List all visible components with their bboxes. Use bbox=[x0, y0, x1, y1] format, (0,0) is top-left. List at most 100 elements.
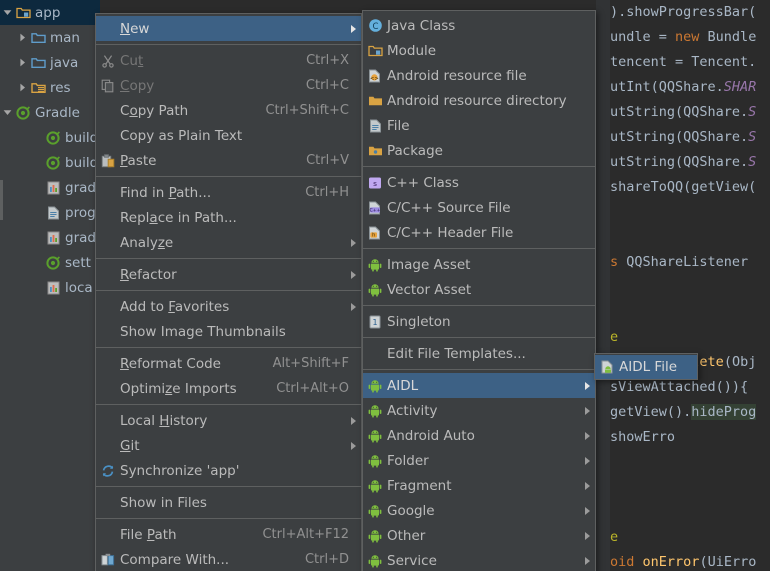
menu-item-refactor[interactable]: Refactor bbox=[96, 262, 361, 287]
android-icon bbox=[368, 283, 382, 297]
tree-row[interactable]: build bbox=[0, 125, 100, 150]
menu-item-show-image-thumbnails[interactable]: Show Image Thumbnails bbox=[96, 319, 361, 344]
menu-item-label: File bbox=[387, 118, 595, 134]
tree-item-label: grad bbox=[65, 230, 96, 246]
menu-item-show-in-files[interactable]: Show in Files bbox=[96, 490, 361, 515]
properties-icon bbox=[47, 181, 60, 195]
chevron-down-icon[interactable] bbox=[0, 8, 14, 17]
menu-item-label: Copy Path bbox=[120, 103, 265, 119]
menu-item-activity[interactable]: Activity bbox=[363, 398, 595, 423]
menu-item-label: C++ Class bbox=[387, 175, 595, 191]
menu-item-folder[interactable]: Folder bbox=[363, 448, 595, 473]
menu-item-vector-asset[interactable]: Vector Asset bbox=[363, 277, 595, 302]
menu-item-file[interactable]: File bbox=[363, 113, 595, 138]
code-line bbox=[610, 275, 770, 300]
tree-row[interactable]: man bbox=[0, 25, 100, 50]
tree-row[interactable]: app bbox=[0, 0, 100, 25]
module-folder-icon bbox=[363, 44, 387, 58]
menu-separator bbox=[96, 176, 361, 177]
cpp-class-icon: s bbox=[363, 176, 387, 190]
chevron-right-icon[interactable] bbox=[15, 58, 29, 67]
menu-item-cut[interactable]: CutCtrl+X bbox=[96, 48, 361, 73]
menu-item-find-in-path[interactable]: Find in Path...Ctrl+H bbox=[96, 180, 361, 205]
chevron-right-icon[interactable] bbox=[15, 33, 29, 42]
tree-row[interactable]: grad bbox=[0, 175, 100, 200]
menu-item-edit-file-templates[interactable]: Edit File Templates... bbox=[363, 341, 595, 366]
tree-row[interactable]: java bbox=[0, 50, 100, 75]
menu-separator bbox=[96, 404, 361, 405]
menu-item-singleton[interactable]: 1Singleton bbox=[363, 309, 595, 334]
menu-item-copy[interactable]: CopyCtrl+C bbox=[96, 73, 361, 98]
android-icon bbox=[363, 554, 387, 568]
tree-row[interactable]: res bbox=[0, 75, 100, 100]
code-line: getView().hideProg bbox=[610, 400, 770, 425]
aidl-submenu[interactable]: AIDL File bbox=[594, 353, 698, 380]
svg-text:<>: <> bbox=[370, 76, 379, 82]
menu-item-add-to-favorites[interactable]: Add to Favorites bbox=[96, 294, 361, 319]
submenu-arrow-icon bbox=[351, 239, 356, 247]
menu-item-local-history[interactable]: Local History bbox=[96, 408, 361, 433]
menu-item-aidl[interactable]: AIDL bbox=[363, 373, 595, 398]
tree-row[interactable]: prog bbox=[0, 200, 100, 225]
menu-item-c-class[interactable]: s C++ Class bbox=[363, 170, 595, 195]
menu-item-compare-with[interactable]: Compare With...Ctrl+D bbox=[96, 547, 361, 571]
context-menu[interactable]: New CutCtrl+XCopyCtrl+CCopy PathCtrl+Shif… bbox=[95, 13, 362, 571]
menu-item-paste[interactable]: PasteCtrl+V bbox=[96, 148, 361, 173]
tree-row[interactable]: sett bbox=[0, 250, 100, 275]
menu-item-label: Module bbox=[387, 43, 595, 59]
tree-row[interactable]: build bbox=[0, 150, 100, 175]
menu-item-copy-as-plain-text[interactable]: Copy as Plain Text bbox=[96, 123, 361, 148]
menu-item-shortcut: Ctrl+V bbox=[306, 153, 361, 168]
menu-item-label: Other bbox=[387, 528, 595, 544]
android-icon bbox=[368, 404, 382, 418]
menu-item-image-asset[interactable]: Image Asset bbox=[363, 252, 595, 277]
chevron-right-icon[interactable] bbox=[15, 83, 29, 92]
module-folder-icon bbox=[368, 44, 383, 58]
menu-item-android-resource-directory[interactable]: Android resource directory bbox=[363, 88, 595, 113]
menu-item-google[interactable]: Google bbox=[363, 498, 595, 523]
menu-item-java-class[interactable]: CJava Class bbox=[363, 13, 595, 38]
tree-row[interactable]: grad bbox=[0, 225, 100, 250]
android-icon bbox=[363, 379, 387, 393]
menu-item-label: Replace in Path... bbox=[120, 210, 361, 226]
submenu-arrow-icon bbox=[585, 432, 590, 440]
module-folder-icon bbox=[16, 6, 31, 20]
menu-item-git[interactable]: Git bbox=[96, 433, 361, 458]
tree-row[interactable]: Gradle bbox=[0, 100, 100, 125]
menu-item-reformat-code[interactable]: Reformat CodeAlt+Shift+F bbox=[96, 351, 361, 376]
project-tree-panel[interactable]: appmanjavaresGradlebuildbuildgradproggra… bbox=[0, 0, 100, 571]
menu-item-aidl-file[interactable]: AIDL File bbox=[595, 355, 697, 379]
menu-item-replace-in-path[interactable]: Replace in Path... bbox=[96, 205, 361, 230]
tree-row[interactable]: loca bbox=[0, 275, 100, 300]
menu-item-file-path[interactable]: File PathCtrl+Alt+F12 bbox=[96, 522, 361, 547]
menu-item-android-auto[interactable]: Android Auto bbox=[363, 423, 595, 448]
new-submenu[interactable]: CJava Class Module <>Android resource file… bbox=[362, 10, 596, 571]
menu-item-package[interactable]: Package bbox=[363, 138, 595, 163]
tree-item-label: loca bbox=[65, 280, 93, 296]
menu-item-optimize-imports[interactable]: Optimize ImportsCtrl+Alt+O bbox=[96, 376, 361, 401]
menu-item-label: Image Asset bbox=[387, 257, 595, 273]
menu-item-service[interactable]: Service bbox=[363, 548, 595, 571]
menu-separator bbox=[96, 290, 361, 291]
menu-item-c-c-source-file[interactable]: C++C/C++ Source File bbox=[363, 195, 595, 220]
android-icon bbox=[368, 454, 382, 468]
menu-item-module[interactable]: Module bbox=[363, 38, 595, 63]
submenu-arrow-icon bbox=[351, 303, 356, 311]
menu-item-c-c-header-file[interactable]: hC/C++ Header File bbox=[363, 220, 595, 245]
menu-item-other[interactable]: Other bbox=[363, 523, 595, 548]
submenu-arrow-icon bbox=[585, 482, 590, 490]
menu-item-android-resource-file[interactable]: <>Android resource file bbox=[363, 63, 595, 88]
menu-item-label: Service bbox=[387, 553, 595, 569]
menu-item-synchronize-app[interactable]: Synchronize 'app' bbox=[96, 458, 361, 483]
cpp-class-icon: s bbox=[368, 176, 382, 190]
menu-item-analyze[interactable]: Analyze bbox=[96, 230, 361, 255]
tree-scrollbar[interactable] bbox=[0, 180, 3, 220]
menu-item-label: Add to Favorites bbox=[120, 299, 361, 315]
chevron-down-icon[interactable] bbox=[0, 108, 14, 117]
menu-item-copy-path[interactable]: Copy PathCtrl+Shift+C bbox=[96, 98, 361, 123]
menu-item-fragment[interactable]: Fragment bbox=[363, 473, 595, 498]
android-icon bbox=[368, 258, 382, 272]
tree-item-icon bbox=[14, 106, 32, 120]
menu-item-new[interactable]: New bbox=[96, 16, 361, 41]
menu-item-label: Show Image Thumbnails bbox=[120, 324, 361, 340]
